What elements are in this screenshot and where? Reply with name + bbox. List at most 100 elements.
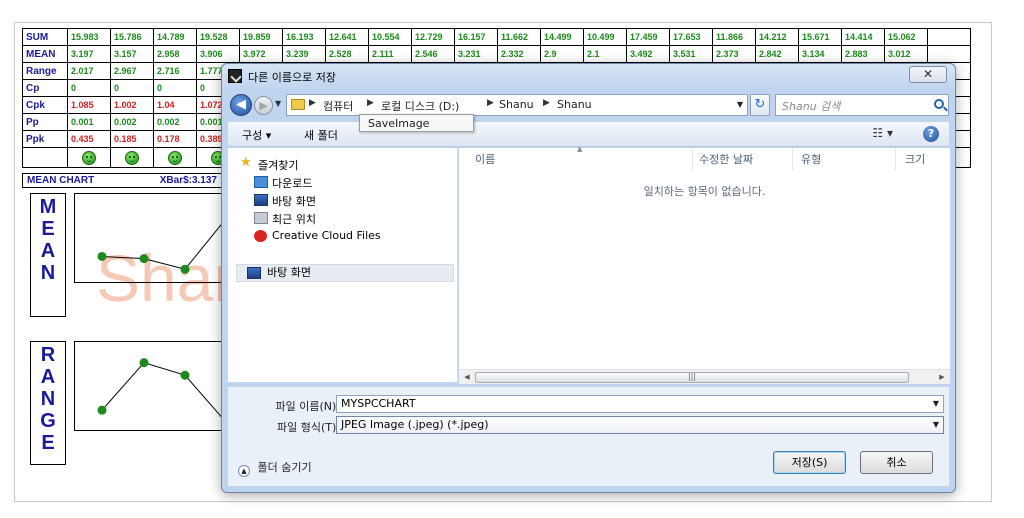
recent-places-icon	[254, 212, 268, 224]
nav-item-desktop-root[interactable]: 바탕 화면	[236, 264, 454, 282]
smiley-face-icon	[168, 150, 182, 165]
breadcrumb-separator-icon[interactable]: ▶	[367, 98, 374, 108]
stats-cell: 12.729	[411, 28, 455, 46]
stats-cell: 15.671	[798, 28, 842, 46]
stats-cell: 2.967	[110, 62, 154, 80]
address-bar[interactable]: ▶ 컴퓨터 ▶ 로컬 디스크 (D:) ▶ Shanu ▶ Shanu ▼	[286, 94, 748, 116]
data-point	[139, 358, 149, 368]
organize-button[interactable]: 구성 ▾	[242, 127, 271, 143]
stats-cell	[927, 45, 971, 63]
saveimage-tooltip: SaveImage	[359, 114, 474, 132]
stats-cell: 10.499	[583, 28, 627, 46]
breadcrumb-shanu[interactable]: Shanu	[499, 98, 534, 111]
refresh-icon[interactable]: ↻	[750, 94, 770, 116]
stats-cell: 0	[153, 79, 197, 97]
column-divider[interactable]	[692, 148, 693, 170]
mean-chart-title: MEAN CHART	[27, 175, 95, 186]
stats-cell: 14.212	[755, 28, 799, 46]
stats-cell: 2.111	[368, 45, 412, 63]
filetype-value: JPEG Image (.jpeg) (*.jpeg)	[341, 418, 489, 431]
nav-item-desktop[interactable]: 바탕 화면	[254, 193, 316, 209]
stats-cell: 2.373	[712, 45, 756, 63]
search-input[interactable]: Shanu 검색	[775, 94, 949, 116]
scroll-left-icon[interactable]: ◀	[461, 372, 473, 383]
stats-cell	[67, 147, 111, 168]
hide-folders-button[interactable]: ▲ 폴더 숨기기	[238, 459, 312, 477]
address-dropdown-icon[interactable]: ▼	[737, 100, 743, 109]
stats-cell: 3.157	[110, 45, 154, 63]
column-divider[interactable]	[792, 148, 793, 170]
stats-cell	[927, 28, 971, 46]
nav-item-downloads[interactable]: 다운로드	[254, 175, 312, 191]
view-options-icon[interactable]: ☷ ▾	[872, 126, 893, 140]
stats-cell: 3.239	[282, 45, 326, 63]
recent-pages-dropdown-icon[interactable]: ▼	[275, 99, 281, 108]
stats-cell	[153, 147, 197, 168]
breadcrumb-shanu-current[interactable]: Shanu	[557, 98, 592, 111]
cancel-button[interactable]: 취소	[860, 451, 933, 474]
filetype-select[interactable]: JPEG Image (.jpeg) (*.jpeg) ▼	[336, 416, 944, 434]
stats-row-mean: MEAN 3.197 3.157 2.958 3.906 3.972 3.239 2.528 2…	[22, 45, 971, 63]
nav-item-label: 최근 위치	[272, 213, 316, 226]
save-button[interactable]: 저장(S)	[773, 451, 846, 474]
side-label-letter: A	[40, 240, 56, 262]
new-folder-button[interactable]: 새 폴더	[304, 127, 338, 143]
plot-frame	[74, 193, 234, 283]
creative-cloud-icon	[254, 230, 267, 242]
stats-row-sum: SUM 15.983 15.786 14.789 19.528 19.859 16.193 1…	[22, 28, 971, 46]
stats-cell: 16.193	[282, 28, 326, 46]
stats-cell: 17.653	[669, 28, 713, 46]
column-divider[interactable]	[895, 148, 896, 170]
back-arrow-icon[interactable]: ◀	[230, 94, 252, 116]
column-header-name[interactable]: 이름	[475, 151, 495, 167]
stats-cell: 14.499	[540, 28, 584, 46]
breadcrumb-separator-icon[interactable]: ▶	[487, 98, 494, 108]
search-icon[interactable]	[934, 99, 944, 109]
stats-row-label: Ppk	[22, 130, 68, 148]
stats-cell: 2.332	[497, 45, 541, 63]
help-icon[interactable]: ?	[923, 126, 939, 142]
stats-cell: 17.459	[626, 28, 670, 46]
data-point	[97, 251, 107, 261]
save-options-area: 파일 이름(N): MYSPCCHART ▼ 파일 형식(T): JPEG Im…	[228, 386, 949, 486]
filename-value: MYSPCCHART	[341, 397, 416, 410]
breadcrumb-separator-icon[interactable]: ▶	[309, 98, 316, 108]
scroll-right-icon[interactable]: ▶	[936, 372, 948, 383]
breadcrumb-local-disk[interactable]: 로컬 디스크 (D:)	[381, 98, 459, 114]
column-header-date-modified[interactable]: 수정한 날짜	[699, 151, 753, 167]
close-button[interactable]: ✕	[909, 66, 947, 83]
column-header-size[interactable]: 크기	[905, 151, 925, 167]
download-folder-icon	[254, 176, 268, 188]
stats-cell: 0	[110, 79, 154, 97]
breadcrumb-computer[interactable]: 컴퓨터	[323, 98, 353, 114]
desktop-icon	[247, 267, 261, 279]
chevron-down-icon[interactable]: ▼	[933, 399, 939, 408]
breadcrumb-separator-icon[interactable]: ▶	[543, 98, 550, 108]
range-side-label: RANGE	[30, 341, 66, 465]
nav-item-recent-places[interactable]: 최근 위치	[254, 211, 316, 227]
stats-cell: 0.002	[110, 113, 154, 131]
nav-item-creative-cloud[interactable]: Creative Cloud Files	[254, 229, 381, 245]
column-header-type[interactable]: 유형	[801, 151, 821, 167]
stats-cell: 3.197	[67, 45, 111, 63]
sort-ascending-icon: ▲	[577, 145, 583, 153]
stats-cell: 14.789	[153, 28, 197, 46]
hide-folders-label: 폴더 숨기기	[257, 461, 312, 474]
dialog-titlebar[interactable]: 다른 이름으로 저장 ✕	[222, 64, 955, 88]
nav-item-label: Creative Cloud Files	[272, 229, 381, 242]
forward-arrow-icon[interactable]: ▶	[254, 96, 273, 115]
stats-cell: 15.983	[67, 28, 111, 46]
scrollbar-thumb[interactable]: |||	[475, 372, 909, 383]
stats-cell: 2.716	[153, 62, 197, 80]
stats-cell: 3.134	[798, 45, 842, 63]
stats-cell: 12.641	[325, 28, 369, 46]
nav-item-favorites[interactable]: ★ 즐겨찾기	[240, 155, 298, 173]
smiley-face-icon	[82, 150, 96, 165]
smiley-face-icon	[125, 150, 139, 165]
horizontal-scrollbar[interactable]: ◀ ||| ▶	[459, 369, 950, 384]
stats-cell: 15.062	[884, 28, 928, 46]
filename-input[interactable]: MYSPCCHART ▼	[336, 395, 944, 413]
stats-cell: 0	[67, 79, 111, 97]
chevron-down-icon[interactable]: ▼	[933, 420, 939, 429]
stats-cell	[110, 147, 154, 168]
